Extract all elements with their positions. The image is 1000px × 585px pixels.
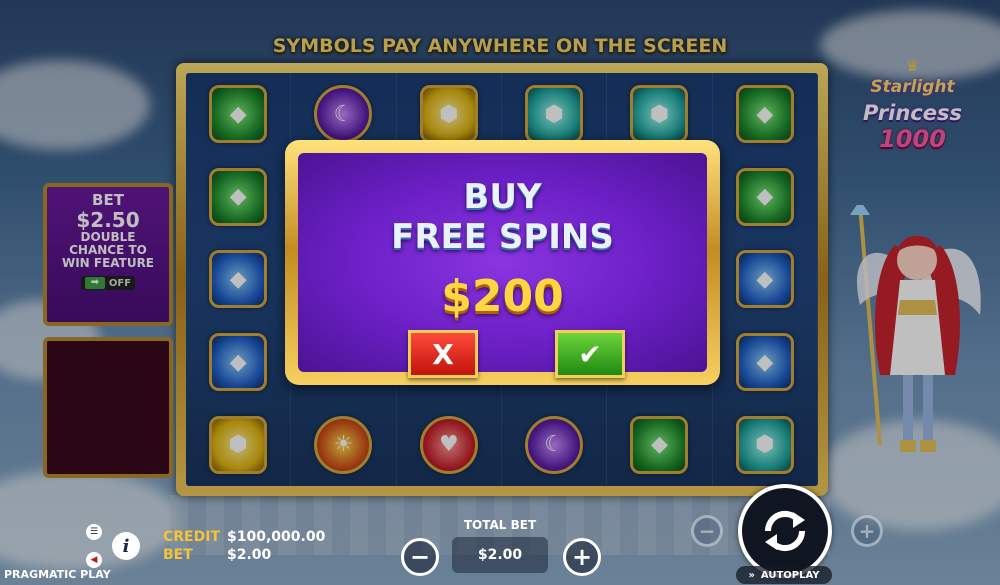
provider-logo: PRAGMATIC PLAY [4, 568, 111, 581]
total-bet-label: TOTAL BET [463, 518, 537, 532]
cancel-button[interactable]: X [408, 330, 478, 378]
double-chance-panel[interactable]: BET $2.50 DOUBLE CHANCE TO WIN FEATURE ➡… [43, 183, 173, 326]
green-symbol-icon: ◆ [209, 167, 268, 226]
bet-label: BET [163, 547, 193, 563]
reel-cell: ◆ [713, 155, 818, 239]
menu-icon: ☰ [89, 527, 99, 537]
total-bet-value: $2.00 [452, 537, 548, 573]
reel-cell: ◆ [186, 155, 292, 239]
spin-arrows-icon [764, 510, 806, 552]
purple-symbol-icon: ☾ [525, 415, 584, 474]
reel-cell: ◆ [713, 73, 818, 156]
dialog-body: BUY FREE SPINS $200 X ✔ [298, 153, 707, 378]
minus-icon: − [698, 519, 716, 543]
confirm-button[interactable]: ✔ [555, 330, 625, 378]
menu-button[interactable]: ☰ [86, 524, 102, 540]
reel-cell: ◆ [713, 238, 818, 321]
spin-speed-up-button[interactable]: + [851, 515, 883, 547]
autoplay-label: AUTOPLAY [760, 569, 820, 581]
bet-panel-desc-3: WIN FEATURE [61, 256, 155, 270]
game-logo: ♛ Starlight Princess 1000 [830, 56, 995, 153]
decrease-bet-button[interactable]: − [401, 538, 439, 576]
autoplay-button[interactable]: » AUTOPLAY [736, 566, 832, 584]
green-symbol-icon: ◆ [209, 85, 268, 144]
green-symbol-icon: ◆ [735, 85, 794, 144]
dialog-title-line-2: FREE SPINS [391, 217, 614, 257]
princess-character [850, 205, 981, 452]
plus-icon: + [858, 519, 876, 543]
blue-symbol-icon: ◆ [209, 333, 268, 392]
reel-cell: ☾ [502, 403, 608, 486]
toggle-state: OFF [108, 277, 132, 289]
purple-symbol-icon: ☾ [314, 85, 373, 144]
autoplay-icon: » [748, 569, 755, 581]
blue-symbol-icon: ◆ [209, 250, 268, 309]
reel-cell: ◆ [713, 320, 818, 404]
info-icon: i [122, 535, 130, 557]
green-symbol-icon: ◆ [735, 167, 794, 226]
reel-cell: ♥ [397, 403, 502, 486]
sound-button[interactable]: ◀ [86, 552, 102, 568]
dialog-title: BUY FREE SPINS [298, 177, 707, 257]
close-icon: X [432, 337, 454, 371]
logo-line-1: Starlight [870, 77, 955, 97]
bet-panel-title: BET [92, 191, 124, 209]
buy-free-spins-dialog: BUY FREE SPINS $200 X ✔ [285, 140, 720, 385]
reel-cell: ◆ [186, 238, 292, 321]
arrow-right-icon: ➡ [84, 277, 105, 289]
yellow-symbol-icon: ⬢ [209, 415, 268, 474]
bet-value: $2.00 [227, 547, 272, 563]
reel-cell: ⬢ [713, 403, 818, 486]
sun-symbol-icon: ☀ [314, 415, 373, 474]
reel-cell: ◆ [607, 403, 713, 486]
paytable-hint: SYMBOLS PAY ANYWHERE ON THE SCREEN [272, 35, 728, 57]
crown-icon: ♛ [905, 56, 920, 75]
dialog-title-line-1: BUY [463, 177, 542, 217]
speaker-icon: ◀ [90, 555, 98, 565]
plus-icon: + [571, 543, 593, 571]
reel-cell: ⬢ [186, 403, 292, 486]
checkmark-icon: ✔ [578, 337, 602, 371]
credit-value: $100,000.00 [227, 529, 326, 545]
logo-line-3: 1000 [879, 125, 946, 153]
minus-icon: − [409, 543, 431, 571]
yellow-symbol-icon: ⬢ [419, 85, 478, 144]
credit-label: CREDIT [163, 529, 220, 545]
spin-speed-down-button[interactable]: − [691, 515, 723, 547]
info-button[interactable]: i [112, 532, 140, 560]
red-symbol-icon: ♥ [419, 415, 478, 474]
reel-cell: ◆ [186, 320, 292, 404]
increase-bet-button[interactable]: + [563, 538, 601, 576]
reel-cell: ☀ [291, 403, 397, 486]
cloud [0, 60, 150, 150]
logo-line-2: Princess [863, 101, 962, 125]
bet-panel-amount: $2.50 [76, 208, 140, 232]
spin-button[interactable] [738, 484, 832, 578]
feature-box [43, 337, 173, 478]
dialog-price: $200 [441, 271, 564, 322]
teal-symbol-icon: ⬢ [735, 415, 794, 474]
blue-symbol-icon: ◆ [735, 333, 794, 392]
blue-symbol-icon: ◆ [735, 250, 794, 309]
teal-symbol-icon: ⬢ [525, 85, 584, 144]
double-chance-toggle[interactable]: ➡ OFF [80, 276, 136, 290]
teal-symbol-icon: ⬢ [630, 85, 689, 144]
reel-cell: ◆ [186, 73, 292, 156]
green-symbol-icon: ◆ [630, 415, 689, 474]
